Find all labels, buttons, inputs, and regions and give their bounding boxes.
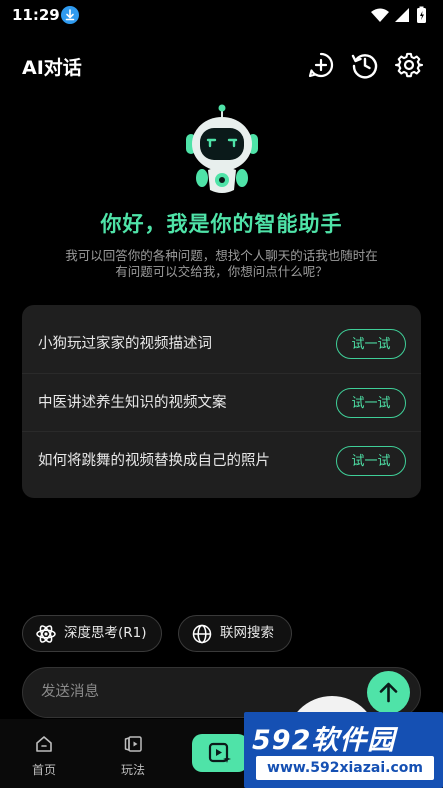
home-icon (36, 736, 52, 752)
page-title: AI对话 (22, 57, 82, 79)
send-button[interactable] (367, 671, 410, 714)
watermark-url: www.592xiazai.com (256, 756, 434, 780)
status-bar: 11:29 (0, 0, 443, 32)
atom-icon (36, 625, 56, 643)
status-icons (369, 6, 431, 24)
watermark-brand-text: 软件园 (311, 725, 396, 756)
globe-icon (192, 624, 212, 644)
greeting-heading: 你好，我是你的智能助手 (100, 212, 343, 236)
input-placeholder: 发送消息 (41, 684, 99, 700)
wifi-icon (371, 8, 389, 22)
nav-home[interactable]: 首页 (14, 719, 74, 788)
nav-play[interactable]: 玩法 (103, 719, 163, 788)
intro-line: 我可以回答你的各种问题，想找个人聊天的话我也随时在 (65, 248, 378, 263)
watermark-brand-number: 592 (252, 725, 312, 756)
signal-icon (395, 8, 409, 22)
gear-icon (395, 52, 423, 78)
suggestion-text: 如何将跳舞的视频替换成自己的照片 (38, 453, 270, 469)
suggestion-text: 中医讲述养生知识的视频文案 (38, 395, 227, 411)
plus-chat-icon (308, 52, 334, 78)
web-search-toggle[interactable]: 联网搜索 (178, 615, 292, 652)
battery-icon (417, 6, 426, 23)
try-button[interactable]: 试一试 (336, 446, 406, 476)
watermark-logo: 592软件园 www.592xiazai.com (244, 712, 443, 788)
arrow-up-icon (379, 682, 398, 703)
suggestion-row[interactable]: 中医讲述养生知识的视频文案 试一试 (22, 373, 421, 431)
history-button[interactable] (351, 51, 379, 79)
new-chat-button[interactable] (307, 51, 335, 79)
deep-think-toggle[interactable]: 深度思考(R1) (22, 615, 162, 652)
robot-mascot-icon (180, 104, 264, 196)
download-icon (61, 6, 79, 24)
try-button[interactable]: 试一试 (336, 329, 406, 359)
suggestion-text: 小狗玩过家家的视频描述词 (38, 336, 212, 352)
intro-text: 我可以回答你的各种问题，想找个人聊天的话我也随时在 有问题可以交给我，你想问点什… (40, 248, 403, 280)
chip-label: 深度思考(R1) (64, 625, 147, 641)
suggestion-card: 小狗玩过家家的视频描述词 试一试 中医讲述养生知识的视频文案 试一试 如何将跳舞… (22, 305, 421, 498)
suggestion-row[interactable]: 如何将跳舞的视频替换成自己的照片 试一试 (22, 431, 421, 489)
settings-button[interactable] (395, 51, 423, 79)
create-video-button[interactable] (192, 734, 248, 772)
video-create-icon (208, 742, 231, 763)
nav-label: 玩法 (120, 763, 145, 777)
chip-label: 联网搜索 (220, 625, 274, 641)
nav-label: 首页 (31, 763, 56, 777)
try-button[interactable]: 试一试 (336, 388, 406, 418)
history-icon (351, 54, 378, 79)
suggestion-row[interactable]: 小狗玩过家家的视频描述词 试一试 (22, 315, 421, 373)
status-time: 11:29 (12, 6, 60, 24)
watermark-brand: 592软件园 (252, 718, 395, 757)
intro-line: 有问题可以交给我，你想问点什么呢？ (115, 264, 328, 279)
play-card-icon (124, 736, 142, 752)
